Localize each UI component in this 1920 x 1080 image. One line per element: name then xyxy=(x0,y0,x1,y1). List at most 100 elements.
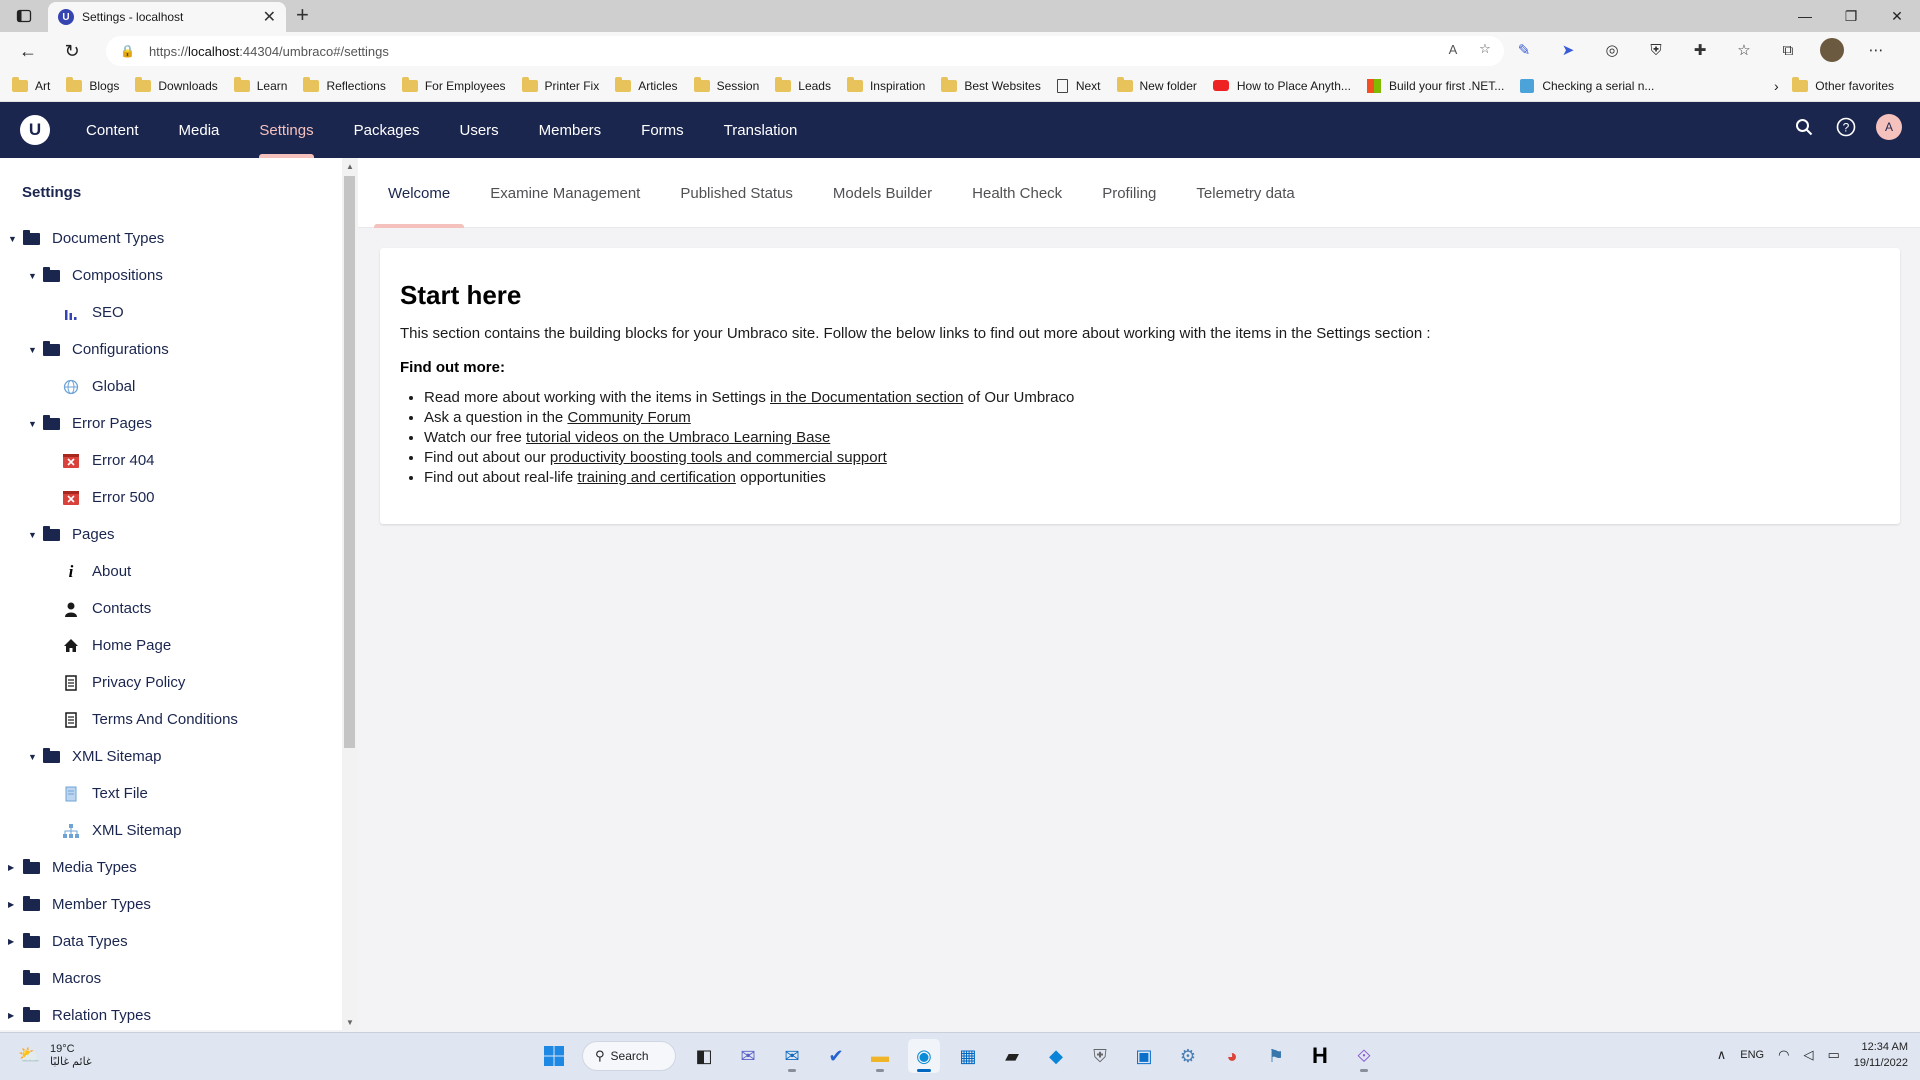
bookmark-item[interactable]: New folder xyxy=(1116,76,1197,93)
tree-item-error-500[interactable]: Error 500 xyxy=(0,479,340,516)
read-aloud-icon[interactable]: A xyxy=(1444,40,1462,58)
scroll-up-icon[interactable]: ▲ xyxy=(346,162,354,171)
collections-icon[interactable]: ⧉ xyxy=(1776,38,1800,62)
bookmark-item[interactable]: Next xyxy=(1056,78,1101,93)
tree-item-relation-types[interactable]: ▶ Relation Types xyxy=(0,997,340,1030)
tree-item-terms-and-conditions[interactable]: Terms And Conditions xyxy=(0,701,340,738)
resource-link[interactable]: productivity boosting tools and commerci… xyxy=(550,449,887,466)
caret-right-icon[interactable]: ▶ xyxy=(8,900,18,909)
bookmark-item[interactable]: Learn xyxy=(233,76,287,93)
bookmark-item[interactable]: Inspiration xyxy=(846,76,925,93)
extensions-puzzle-icon[interactable]: ✚ xyxy=(1688,38,1712,62)
caret-down-icon[interactable]: ▼ xyxy=(28,530,38,540)
extension-pen-icon[interactable]: ✎ xyxy=(1512,38,1536,62)
refresh-icon[interactable]: ↻ xyxy=(60,40,84,62)
section-users[interactable]: Users xyxy=(439,102,518,158)
bookmark-item[interactable]: Printer Fix xyxy=(521,76,599,93)
search-icon[interactable] xyxy=(1792,115,1816,139)
caret-down-icon[interactable]: ▼ xyxy=(28,271,38,281)
bookmark-item[interactable]: Downloads xyxy=(135,76,218,93)
app-shield-icon[interactable]: ⛨ xyxy=(1084,1039,1116,1073)
restore-icon[interactable]: ❐ xyxy=(1828,0,1874,32)
scroll-down-icon[interactable]: ▼ xyxy=(346,1018,354,1027)
resource-link[interactable]: in the Documentation section xyxy=(770,389,963,406)
section-content[interactable]: Content xyxy=(66,102,159,158)
close-window-icon[interactable]: ✕ xyxy=(1874,0,1920,32)
profile-avatar[interactable] xyxy=(1820,38,1844,62)
caret-right-icon[interactable]: ▶ xyxy=(8,1011,18,1020)
section-packages[interactable]: Packages xyxy=(334,102,440,158)
tree-item-error-pages[interactable]: ▼ Error Pages xyxy=(0,405,340,442)
caret-right-icon[interactable]: ▶ xyxy=(8,937,18,946)
add-favorite-icon[interactable]: ☆ xyxy=(1476,40,1494,58)
extension-circle-icon[interactable]: ◎ xyxy=(1600,38,1624,62)
caret-down-icon[interactable]: ▼ xyxy=(8,234,18,244)
tab-welcome[interactable]: Welcome xyxy=(368,158,470,228)
tree-item-error-404[interactable]: Error 404 xyxy=(0,442,340,479)
caret-down-icon[interactable]: ▼ xyxy=(28,419,38,429)
more-menu-icon[interactable]: ⋯ xyxy=(1864,38,1888,62)
bookmark-item[interactable]: For Employees xyxy=(401,76,506,93)
new-tab-button[interactable]: + xyxy=(296,4,309,26)
taskbar-search[interactable]: ⚲ Search xyxy=(582,1041,676,1071)
back-icon[interactable]: ← xyxy=(16,40,40,62)
tree-item-configurations[interactable]: ▼ Configurations xyxy=(0,331,340,368)
todo-icon[interactable]: ✔ xyxy=(820,1039,852,1073)
more-bookmarks-chevron-icon[interactable]: › xyxy=(1774,78,1779,94)
user-avatar[interactable]: A xyxy=(1876,114,1902,140)
resource-link[interactable]: tutorial videos on the Umbraco Learning … xyxy=(526,429,830,446)
tree-item-pages[interactable]: ▼ Pages xyxy=(0,516,340,553)
section-media[interactable]: Media xyxy=(159,102,240,158)
other-favorites[interactable]: Other favorites xyxy=(1792,70,1894,102)
wifi-icon[interactable]: ◠ xyxy=(1778,1047,1789,1063)
section-forms[interactable]: Forms xyxy=(621,102,704,158)
h-app-icon[interactable]: H xyxy=(1304,1039,1336,1073)
battery-icon[interactable]: ▭ xyxy=(1827,1047,1839,1063)
tree-item-text-file[interactable]: Text File xyxy=(0,775,340,812)
bookmark-item[interactable]: Leads xyxy=(775,76,831,93)
extension-shield-icon[interactable]: ⛨ xyxy=(1644,38,1668,62)
tree-item-compositions[interactable]: ▼ Compositions xyxy=(0,257,340,294)
tree-item-about[interactable]: i About xyxy=(0,553,340,590)
store-icon[interactable]: ▦ xyxy=(952,1039,984,1073)
section-settings[interactable]: Settings xyxy=(239,102,333,158)
tree-item-member-types[interactable]: ▶ Member Types xyxy=(0,886,340,923)
browser-tab-settings[interactable]: U Settings - localhost ✕ xyxy=(48,2,286,32)
tab-actions-icon[interactable] xyxy=(12,6,36,26)
python-icon[interactable]: ⚑ xyxy=(1260,1039,1292,1073)
bookmark-item[interactable]: Checking a serial n... xyxy=(1520,78,1654,93)
bookmark-item[interactable]: Art xyxy=(12,76,50,93)
caret-right-icon[interactable]: ▶ xyxy=(8,863,18,872)
resource-link[interactable]: Community Forum xyxy=(567,409,690,426)
remote-desktop-icon[interactable]: ▣ xyxy=(1128,1039,1160,1073)
tab-telemetry-data[interactable]: Telemetry data xyxy=(1176,158,1314,228)
section-members[interactable]: Members xyxy=(519,102,622,158)
weather-widget[interactable]: ⛅ 19°C غائم غالبًا xyxy=(18,1043,92,1069)
tree-item-xml-sitemap[interactable]: XML Sitemap xyxy=(0,812,340,849)
tree-item-contacts[interactable]: Contacts xyxy=(0,590,340,627)
language-indicator[interactable]: ENG xyxy=(1740,1049,1764,1061)
sticky-notes-icon[interactable]: ▰ xyxy=(996,1039,1028,1073)
extension-arrow-icon[interactable]: ➤ xyxy=(1556,38,1580,62)
bookmark-item[interactable]: Articles xyxy=(615,76,678,93)
outlook-icon[interactable]: ✉ xyxy=(776,1039,808,1073)
tab-health-check[interactable]: Health Check xyxy=(952,158,1082,228)
umbraco-logo-icon[interactable]: U xyxy=(20,115,50,145)
tree-scrollbar-thumb[interactable] xyxy=(344,176,355,748)
bookmark-item[interactable]: Best Websites xyxy=(941,76,1041,93)
favorites-icon[interactable]: ☆ xyxy=(1732,38,1756,62)
tree-item-data-types[interactable]: ▶ Data Types xyxy=(0,923,340,960)
tree-item-xml-sitemap[interactable]: ▼ XML Sitemap xyxy=(0,738,340,775)
visual-studio-icon[interactable]: ⟐ xyxy=(1348,1039,1380,1073)
section-translation[interactable]: Translation xyxy=(704,102,818,158)
bookmark-item[interactable]: Reflections xyxy=(303,76,386,93)
start-icon[interactable] xyxy=(538,1039,570,1073)
teams-chat-icon[interactable]: ✉ xyxy=(732,1039,764,1073)
tree-item-home-page[interactable]: Home Page xyxy=(0,627,340,664)
tree-item-global[interactable]: Global xyxy=(0,368,340,405)
tab-examine-management[interactable]: Examine Management xyxy=(470,158,660,228)
tree-item-media-types[interactable]: ▶ Media Types xyxy=(0,849,340,886)
volume-icon[interactable]: ◁ xyxy=(1803,1047,1813,1063)
file-explorer-icon[interactable]: ▬ xyxy=(864,1039,896,1073)
bookmark-item[interactable]: How to Place Anyth... xyxy=(1212,79,1351,93)
